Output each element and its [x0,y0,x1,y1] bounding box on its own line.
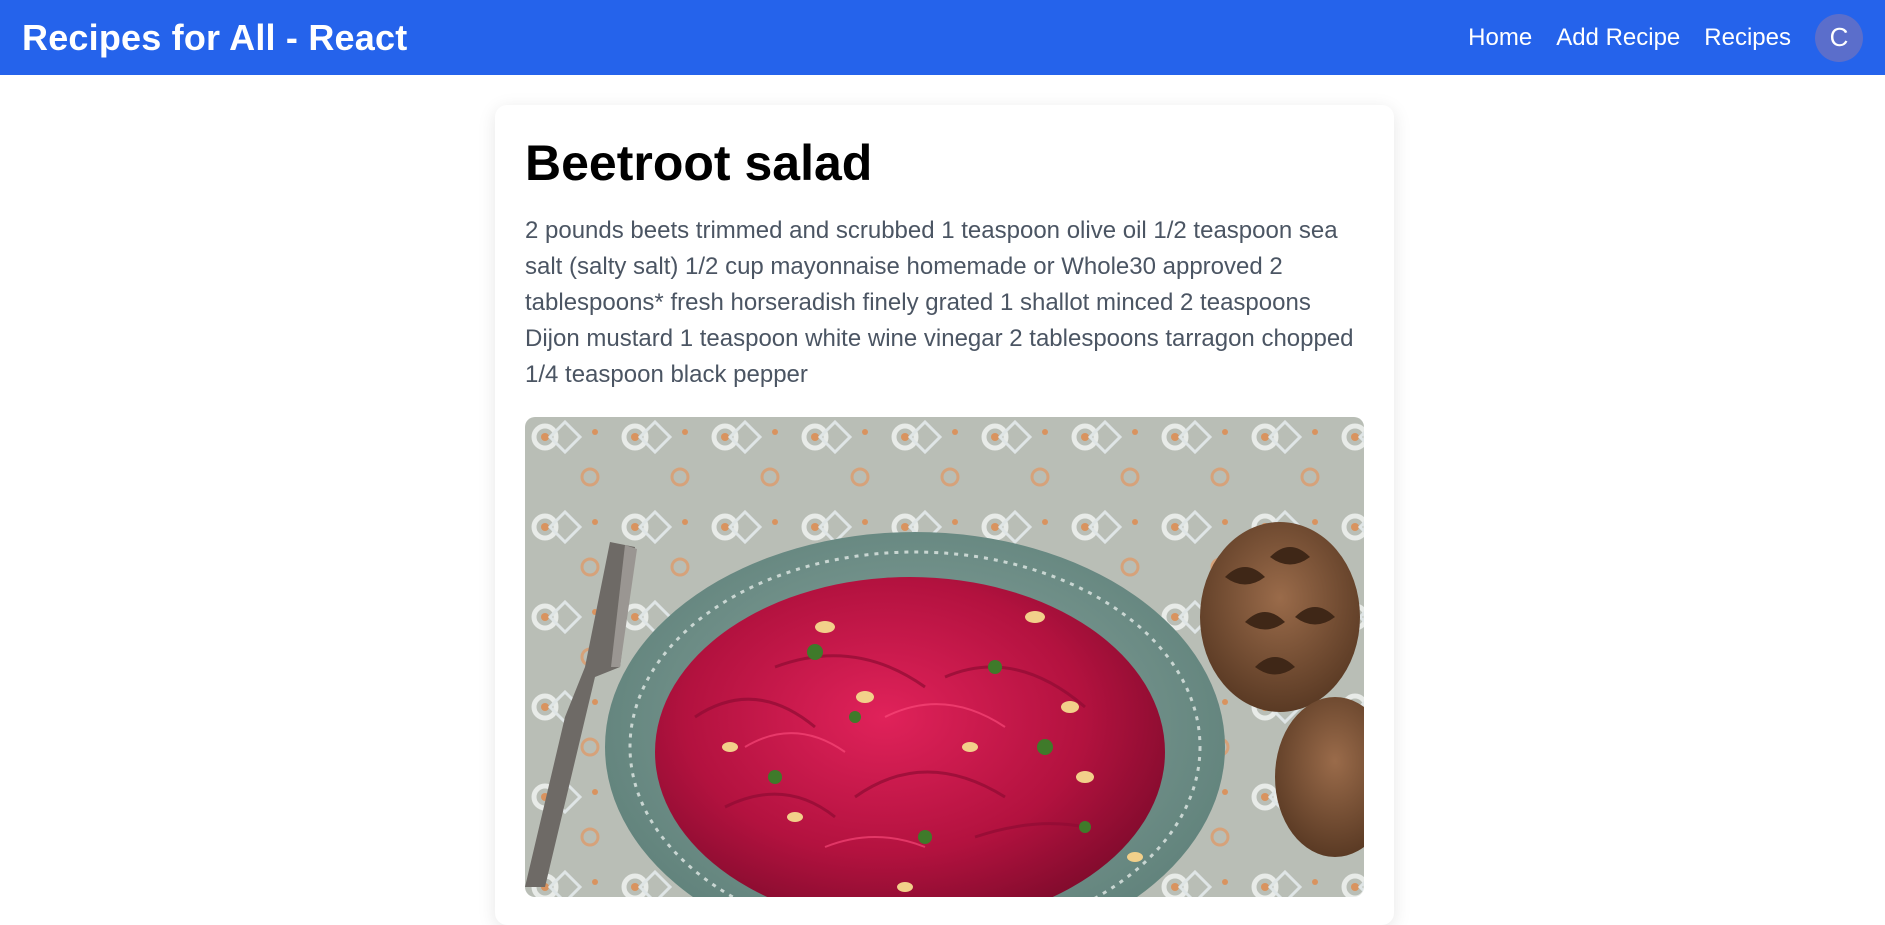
main-nav: Home Add Recipe Recipes C [1444,13,1863,62]
nav-link-add-recipe[interactable]: Add Recipe [1556,24,1680,52]
recipe-title: Beetroot salad [525,135,873,191]
app-brand[interactable]: Recipes for All - React [22,17,407,59]
recipe-photo [525,417,1364,897]
recipe-ingredients: 2 pounds beets trimmed and scrubbed 1 te… [525,217,1354,388]
recipe-card: Beetroot salad 2 pounds beets trimmed an… [495,105,1394,925]
beetroot-salad-photo [525,417,1364,897]
user-avatar[interactable]: C [1815,13,1863,62]
top-navbar: Recipes for All - React Home Add Recipe … [0,0,1885,75]
nav-link-recipes[interactable]: Recipes [1704,24,1791,52]
nav-link-home[interactable]: Home [1468,24,1532,52]
